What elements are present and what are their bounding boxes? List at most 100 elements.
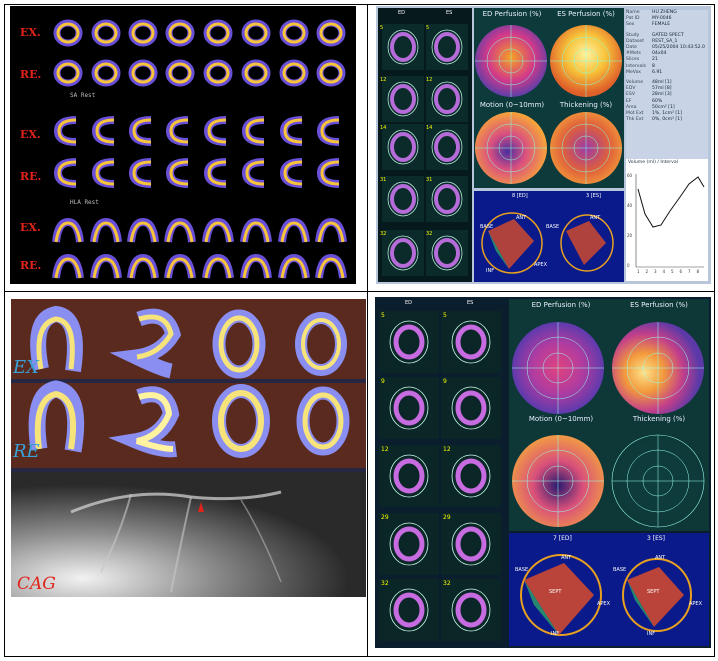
orient-label: BASE	[546, 224, 560, 230]
spect-slice	[200, 252, 236, 284]
spect-slice	[313, 252, 349, 284]
polar-maps	[512, 322, 705, 528]
row-label: RE.	[20, 259, 42, 272]
orient-label: SEPT	[549, 589, 562, 595]
ex-slice-3	[212, 309, 266, 379]
slice-frame	[382, 230, 424, 276]
slice-number: 32	[443, 580, 451, 587]
polar-map-es-perfusion	[612, 322, 704, 414]
orient-label: BASE	[480, 224, 494, 230]
spect-slice	[313, 156, 349, 190]
ventricle-es	[560, 214, 614, 272]
spect-slice	[125, 156, 161, 190]
info-value: 0%, 0cm² [1]	[652, 117, 682, 123]
slice-number: 9	[381, 378, 385, 385]
spect-slice	[276, 56, 312, 90]
spect-slice	[162, 216, 198, 250]
spect-slice	[238, 252, 274, 284]
slice-number: 32	[426, 231, 433, 237]
spect-slice	[238, 16, 274, 50]
slice-number: 31	[426, 177, 433, 183]
spect-slice	[50, 216, 86, 250]
slice-frame	[379, 445, 439, 507]
polar-title: ED Perfusion (%)	[531, 301, 591, 309]
spect-slice	[276, 252, 312, 284]
spect-slice	[88, 56, 124, 90]
slice-frame	[441, 579, 501, 641]
polar-map-thickening	[550, 112, 622, 184]
spect-slice	[276, 156, 312, 190]
photo-comparison-panel: EX RE CAG	[11, 299, 366, 597]
polar-title: ED Perfusion (%)	[482, 10, 542, 18]
row-label: EX.	[20, 26, 41, 39]
spect-slice	[162, 252, 198, 284]
slice-frame	[441, 377, 501, 439]
polar-map-motion	[475, 112, 547, 184]
spect-slice	[50, 114, 86, 148]
ex-slice-4	[295, 312, 347, 376]
spect-slice	[276, 216, 312, 250]
spect-slice	[200, 56, 236, 90]
polar-map-ed-perfusion	[475, 25, 547, 97]
col-label-ed: ED	[398, 10, 406, 16]
spect-slice	[50, 16, 86, 50]
orient-label: ANT	[655, 555, 666, 561]
gated-spect-report-2: ED ES 5 5 9 9 12 12 29 29 32 32 ED Perfusion (%) …	[375, 297, 711, 648]
slice-number: 29	[443, 514, 451, 521]
row-label: EX.	[20, 221, 41, 234]
y-tick: 40	[627, 203, 633, 208]
row-label: EX.	[20, 128, 41, 141]
slice-frame	[379, 311, 439, 373]
render-label: 7 [ED]	[553, 535, 572, 542]
info-key: Sex	[626, 22, 635, 28]
spect-slice	[88, 114, 124, 148]
3d-ventricle-renders	[520, 554, 692, 636]
row-label: RE.	[20, 68, 42, 81]
x-tick: 3	[654, 269, 657, 274]
slice-number: 12	[380, 77, 387, 83]
slice-frame	[382, 24, 424, 70]
orient-label: BASE	[515, 567, 529, 573]
spect-slice	[50, 156, 86, 190]
orient-label: SEPT	[647, 589, 660, 595]
col-label-es: ES	[467, 300, 474, 306]
orient-label: INF	[647, 631, 656, 637]
info-key: MeVox	[626, 69, 641, 75]
slice-frame	[441, 445, 501, 507]
spect-slice	[238, 114, 274, 148]
polar-map-motion	[512, 435, 604, 527]
slice-number: 12	[381, 446, 389, 453]
spect-slice	[50, 252, 86, 284]
slice-frame	[441, 311, 501, 373]
slice-number: 5	[381, 312, 385, 319]
slice-frame	[382, 124, 424, 170]
orient-label: ANT	[561, 555, 572, 561]
spect-slice	[238, 56, 274, 90]
label-ex: EX	[13, 357, 39, 378]
spect-slice	[200, 156, 236, 190]
x-tick: 8	[696, 269, 700, 274]
spect-slice	[313, 16, 349, 50]
polar-map-es-perfusion	[550, 25, 622, 97]
coronary-angiogram: CAG	[11, 472, 366, 597]
caption: SA Rest	[70, 92, 96, 99]
spect-slice	[313, 56, 349, 90]
x-tick: 5	[671, 269, 674, 274]
x-tick: 6	[679, 269, 683, 274]
spect-slice	[200, 114, 236, 148]
slice-number: 12	[443, 446, 451, 453]
ex-slice-2	[109, 308, 182, 379]
slice-number: 32	[380, 231, 387, 237]
info-row: Thk Ext 0%, 0cm² [1]	[626, 117, 708, 123]
spect-slice	[125, 56, 161, 90]
ventricle-es	[622, 558, 692, 632]
spect-slices-panel: EX. RE. SA Rest EX. RE. HLA Rest EX. RE.	[10, 6, 356, 284]
y-tick: 20	[627, 233, 633, 238]
slice-frame	[441, 513, 501, 575]
slice-number: 14	[380, 125, 387, 131]
spect-slice	[125, 216, 161, 250]
spect-slice	[162, 16, 198, 50]
spect-slice	[276, 16, 312, 50]
ex-slice-1	[30, 305, 83, 373]
label-cag: CAG	[17, 574, 56, 594]
